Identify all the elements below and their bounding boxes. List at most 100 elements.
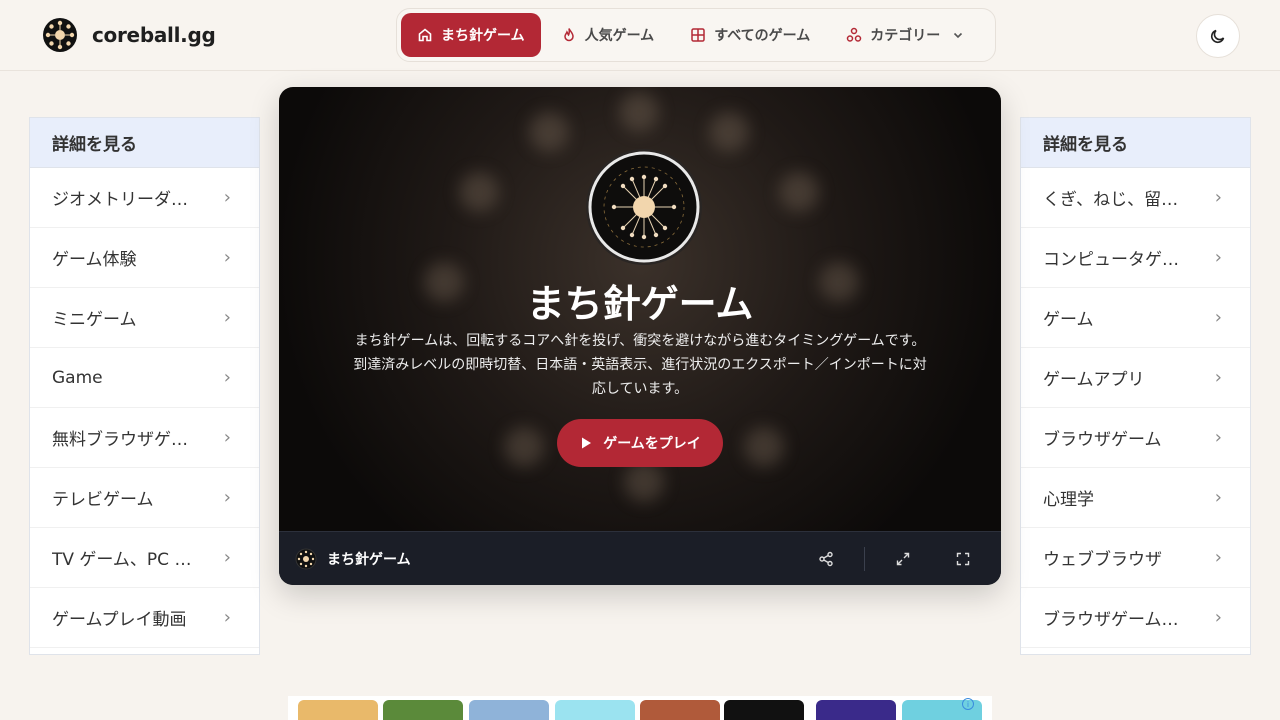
list-item[interactable]: ジオメトリーダッシュ › [30,168,259,228]
list-item-label: ブラウザゲーム [1043,430,1162,450]
share-button[interactable] [814,547,838,571]
game-toolbar: まち針ゲーム [279,531,1001,585]
expand-button[interactable] [891,547,915,571]
flame-icon [563,28,574,42]
core-ball-icon [586,149,702,265]
background-glow [709,112,749,152]
chevron-right-icon: › [223,187,231,208]
background-glow [744,427,784,467]
nav-item-categories[interactable]: カテゴリー [830,13,980,57]
ad-thumbnail[interactable] [555,700,635,720]
chevron-right-icon: › [1214,487,1222,508]
list-item[interactable]: ゲーム体験 › [30,228,259,288]
play-game-button[interactable]: ゲームをプレイ [557,419,723,467]
chevron-right-icon: › [1214,307,1222,328]
nav-item-popular[interactable]: 人気ゲーム [545,13,671,57]
list-item-label: TV ゲーム、PC ゲーム [52,550,202,570]
ad-thumbnail[interactable] [640,700,720,720]
ad-thumbnail[interactable] [816,700,896,720]
list-item[interactable]: 心理学 › [1021,468,1250,528]
grid-icon [691,28,705,42]
site-logo[interactable]: coreball.gg [42,17,216,53]
list-item[interactable]: TV ゲーム、PC ゲーム › [30,528,259,588]
background-glow [459,172,499,212]
fullscreen-button[interactable] [951,547,975,571]
nav-label: すべてのゲーム [714,28,811,44]
home-icon [418,28,432,42]
list-item-label: ブラウザゲームリスト [1043,610,1193,630]
panel-title: 詳細を見る [30,118,259,168]
list-item[interactable]: ゲームアプリ › [1021,348,1250,408]
panel-title: 詳細を見る [1021,118,1250,168]
nav-item-pin-game[interactable]: まち針ゲーム [401,13,541,57]
ad-strip[interactable]: i [288,696,992,720]
play-button-label: ゲームをプレイ [603,436,701,452]
chevron-right-icon: › [1214,247,1222,268]
chevron-right-icon: › [1214,367,1222,388]
list-item-label: ゲームアプリ [1043,370,1145,390]
chevron-right-icon: › [223,487,231,508]
list-item-label: ゲーム [1043,310,1094,330]
background-glow [624,462,664,502]
game-frame[interactable]: まち針ゲーム まち針ゲームは、回転するコアへ針を投げ、衝突を避けながら進むタイミ… [279,87,1001,585]
site-header: coreball.gg まち針ゲーム 人気ゲーム すべてのゲーム カテゴリー [0,0,1280,71]
nav-label: カテゴリー [870,28,941,44]
list-item-label: テレビゲーム [52,490,154,510]
coreball-small-icon [295,548,317,570]
expand-icon [896,552,910,566]
list-item[interactable]: 無料ブラウザゲーム › [30,408,259,468]
list-item[interactable]: ウェブブラウザ › [1021,528,1250,588]
game-toolbar-title: まち針ゲーム [295,548,411,570]
chevron-right-icon: › [1214,187,1222,208]
ad-info-icon[interactable]: i [962,698,974,710]
game-toolbar-label: まち針ゲーム [327,552,411,568]
game-title: まち針ゲーム [526,282,754,326]
ad-thumbnail[interactable] [724,700,804,720]
fullscreen-icon [956,552,970,566]
list-item[interactable]: くぎ、ねじ、留め具 › [1021,168,1250,228]
theme-toggle-button[interactable] [1196,14,1240,58]
categories-icon [846,27,862,42]
list-item-label: ゲーム体験 [52,250,137,270]
ad-thumbnail[interactable] [298,700,378,720]
list-item[interactable]: Game › [30,348,259,408]
list-item-label: コンピュータゲーム [1043,250,1193,270]
list-item-label: ウェブブラウザ [1043,550,1162,570]
list-item[interactable]: ゲーム › [1021,288,1250,348]
toolbar-divider [864,547,865,571]
nav-label: 人気ゲーム [584,28,655,44]
ad-thumbnail[interactable] [469,700,549,720]
list-item[interactable]: コンピュータゲーム › [1021,228,1250,288]
background-glow [504,427,544,467]
list-item-label: ゲームプレイ動画 [52,610,187,630]
list-item-label: ジオメトリーダッシュ [52,190,202,210]
chevron-right-icon: › [223,247,231,268]
moon-icon [1210,29,1225,44]
chevron-right-icon: › [223,607,231,628]
list-item[interactable]: ゲームプレイ動画 › [30,588,259,648]
nav-item-all-games[interactable]: すべてのゲーム [674,13,826,57]
coreball-logo-icon [43,18,77,52]
chevron-right-icon: › [223,367,231,388]
list-item[interactable]: ブラウザゲーム › [1021,408,1250,468]
ad-thumbnail[interactable] [383,700,463,720]
chevron-right-icon: › [223,547,231,568]
background-glow [529,112,569,152]
list-item[interactable]: ブラウザゲームリスト › [1021,588,1250,648]
chevron-down-icon [954,32,963,39]
game-description: まち針ゲームは、回転するコアへ針を投げ、衝突を避けながら進むタイミングゲームです… [353,333,927,397]
list-item[interactable]: テレビゲーム › [30,468,259,528]
chevron-right-icon: › [1214,607,1222,628]
list-item-label: くぎ、ねじ、留め具 [1043,190,1193,210]
share-icon [819,551,833,567]
nav-label: まち針ゲーム [441,28,525,44]
list-item-label: 心理学 [1043,490,1094,510]
right-related-panel: 詳細を見る くぎ、ねじ、留め具 › コンピュータゲーム › ゲーム › ゲームアプリ ›… [1020,117,1251,655]
chevron-right-icon: › [223,307,231,328]
list-item[interactable]: ミニゲーム › [30,288,259,348]
play-icon [582,437,592,449]
left-related-panel: 詳細を見る ジオメトリーダッシュ › ゲーム体験 › ミニゲーム › Game › 無料… [29,117,260,655]
chevron-right-icon: › [1214,547,1222,568]
list-item-label: 無料ブラウザゲーム [52,430,202,450]
list-item-label: Game [52,367,103,388]
